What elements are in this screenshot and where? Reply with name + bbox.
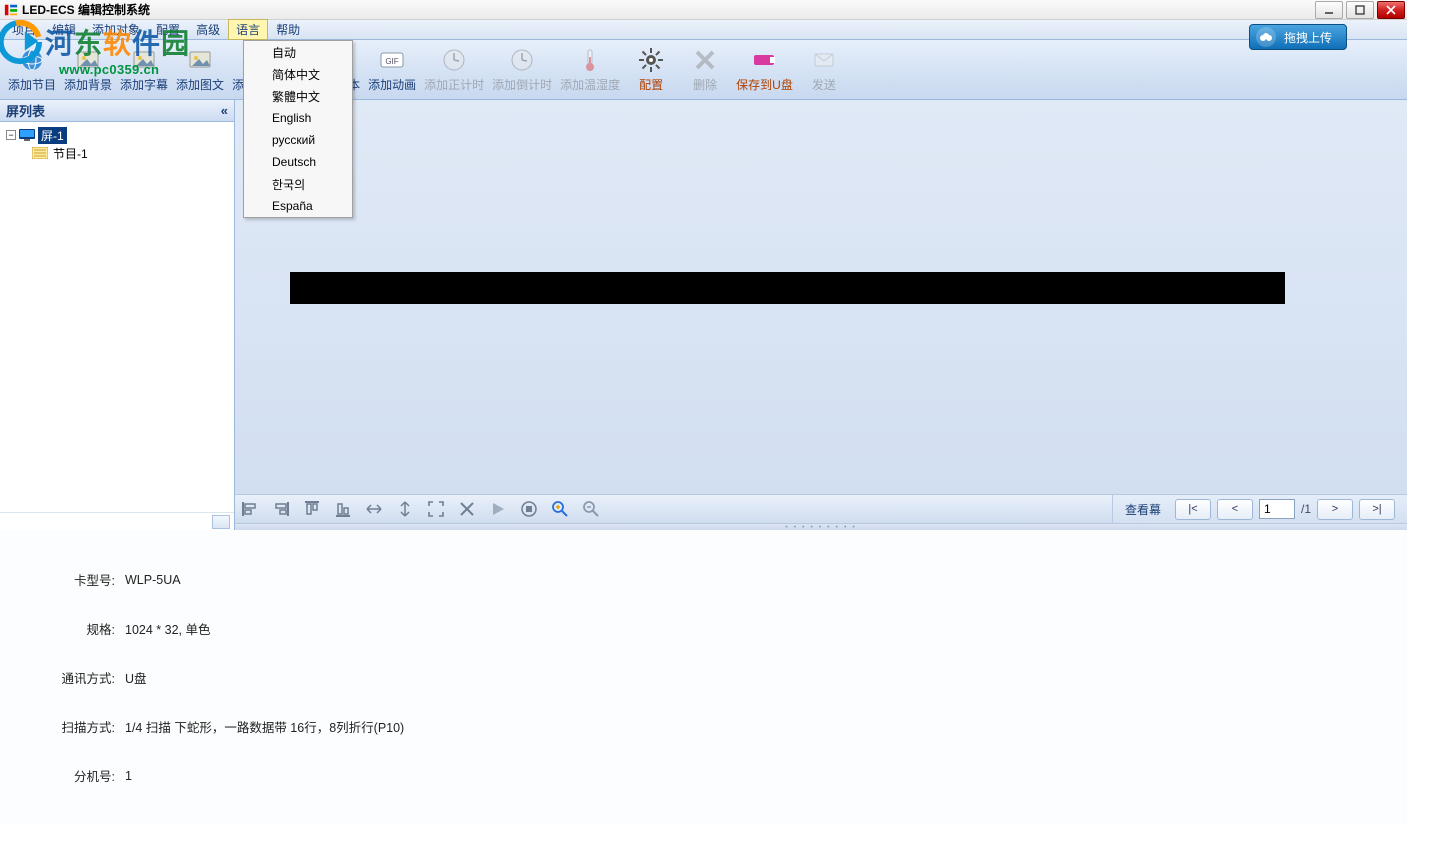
lang-option-4[interactable]: русский — [244, 129, 352, 151]
tree-root-label: 屏-1 — [38, 127, 67, 144]
clock-icon — [440, 46, 468, 74]
page-input[interactable]: 1 — [1259, 499, 1295, 519]
menu-1[interactable]: 编辑 — [44, 19, 84, 40]
align-right-icon[interactable] — [270, 498, 292, 520]
lang-option-7[interactable]: España — [244, 195, 352, 217]
gear-icon — [637, 46, 665, 74]
align-left-icon[interactable] — [239, 498, 261, 520]
collapse-icon[interactable]: « — [221, 103, 228, 118]
page-next-button[interactable]: > — [1317, 499, 1353, 520]
globe-icon — [18, 46, 46, 74]
lang-option-5[interactable]: Deutsch — [244, 151, 352, 173]
toolbar-clock2: 添加倒计时 — [488, 42, 556, 98]
cloud-icon — [1256, 27, 1276, 47]
tree-root-screen[interactable]: − 屏-1 — [6, 126, 228, 144]
menu-6[interactable]: 帮助 — [268, 19, 308, 40]
svg-text:GIF: GIF — [385, 57, 398, 66]
toolbar-clock: 添加正计时 — [420, 42, 488, 98]
lang-option-2[interactable]: 繁體中文 — [244, 85, 352, 107]
sidebar-header: 屏列表 « — [0, 100, 234, 122]
preview-canvas[interactable] — [235, 100, 1407, 494]
usb-icon — [750, 46, 778, 74]
tree-collapse-icon[interactable]: − — [6, 130, 16, 140]
toolbar-thermo: 添加温湿度 — [556, 42, 624, 98]
minimize-button[interactable] — [1315, 1, 1343, 19]
tree-view: − 屏-1 节目-1 — [0, 122, 234, 512]
toolbar-gear[interactable]: 配置 — [624, 42, 678, 98]
page-total-label: /1 — [1301, 502, 1311, 516]
stretch-vertical-icon[interactable] — [394, 498, 416, 520]
toolbar-gif[interactable]: GIF添加动画 — [364, 42, 420, 98]
edit-toolbar: 查看幕 |< < 1 /1 > >| — [235, 494, 1407, 524]
x-icon — [691, 46, 719, 74]
page-prev-button[interactable]: < — [1217, 499, 1253, 520]
maximize-button[interactable] — [1346, 1, 1374, 19]
close-button[interactable] — [1377, 1, 1405, 19]
toolbar-mail: 发送 — [797, 42, 851, 98]
sidebar: 屏列表 « − 屏-1 节目-1 — [0, 100, 235, 530]
view-screen-label: 查看幕 — [1125, 501, 1161, 518]
info-row-3: 扫描方式:1/4 扫描 下蛇形，一路数据带 16行，8列折行(P10) — [50, 717, 1357, 736]
toolbar-image1[interactable]: 添加背景 — [60, 42, 116, 98]
stop-icon[interactable] — [518, 498, 540, 520]
toolbar-x: 删除 — [678, 42, 732, 98]
tree-child-label: 节目-1 — [51, 145, 90, 162]
stretch-horizontal-icon[interactable] — [363, 498, 385, 520]
window-title: LED-ECS 编辑控制系统 — [22, 1, 150, 18]
zoom-in-icon[interactable] — [549, 498, 571, 520]
delete-x-icon[interactable] — [456, 498, 478, 520]
image1-icon — [74, 46, 102, 74]
info-row-2: 通讯方式:U盘 — [50, 668, 1357, 687]
preview-pane: 查看幕 |< < 1 /1 > >| • • • • • • • • • — [235, 100, 1407, 530]
toolbar-globe[interactable]: 添加节目 — [4, 42, 60, 98]
toolbar-image3[interactable]: 添加图文 — [172, 42, 228, 98]
info-row-0: 卡型号:WLP-5UA — [50, 570, 1357, 589]
menu-3[interactable]: 配置 — [148, 19, 188, 40]
align-top-icon[interactable] — [301, 498, 323, 520]
splitter-grip[interactable]: • • • • • • • • • — [235, 524, 1407, 530]
clock2-icon — [508, 46, 536, 74]
monitor-icon — [19, 128, 35, 142]
fullscreen-icon[interactable] — [425, 498, 447, 520]
tree-child-program[interactable]: 节目-1 — [6, 144, 228, 162]
led-display-strip[interactable] — [290, 272, 1285, 304]
gif-icon: GIF — [378, 46, 406, 74]
zoom-out-icon[interactable] — [580, 498, 602, 520]
lang-option-3[interactable]: English — [244, 107, 352, 129]
sidebar-toggle-button[interactable] — [212, 515, 230, 529]
menu-0[interactable]: 项目 — [4, 19, 44, 40]
align-bottom-icon[interactable] — [332, 498, 354, 520]
program-icon — [32, 146, 48, 160]
lang-option-1[interactable]: 简体中文 — [244, 63, 352, 85]
toolbar-image2[interactable]: 添加字幕 — [116, 42, 172, 98]
page-last-button[interactable]: >| — [1359, 499, 1395, 520]
mail-icon — [810, 46, 838, 74]
app-icon — [4, 3, 18, 17]
toolbar: 添加节目添加背景添加字幕添加图文10添加农历AA添加静态文本GIF添加动画添加正… — [0, 40, 1407, 100]
info-row-4: 分机号:1 — [50, 766, 1357, 785]
lang-option-0[interactable]: 自动 — [244, 41, 352, 63]
info-panel: 卡型号:WLP-5UA 规格:1024 * 32, 单色通讯方式:U盘扫描方式:1… — [0, 530, 1407, 825]
image3-icon — [186, 46, 214, 74]
play-icon[interactable] — [487, 498, 509, 520]
upload-label: 拖拽上传 — [1284, 29, 1332, 46]
page-first-button[interactable]: |< — [1175, 499, 1211, 520]
menu-4[interactable]: 高级 — [188, 19, 228, 40]
language-dropdown: 自动简体中文繁體中文EnglishрусскийDeutsch한국의España — [243, 40, 353, 218]
menu-2[interactable]: 添加对象 — [84, 19, 148, 40]
menu-bar: 项目编辑添加对象配置高级语言帮助 — [0, 20, 1407, 40]
title-bar: LED-ECS 编辑控制系统 — [0, 0, 1407, 20]
thermo-icon — [576, 46, 604, 74]
info-row-1: 规格:1024 * 32, 单色 — [50, 619, 1357, 638]
sidebar-footer — [0, 512, 234, 530]
sidebar-title: 屏列表 — [6, 101, 45, 120]
toolbar-usb[interactable]: 保存到U盘 — [732, 42, 797, 98]
drag-upload-button[interactable]: 拖拽上传 — [1249, 24, 1347, 50]
image2-icon — [130, 46, 158, 74]
menu-5[interactable]: 语言 — [228, 19, 268, 40]
lang-option-6[interactable]: 한국의 — [244, 173, 352, 195]
